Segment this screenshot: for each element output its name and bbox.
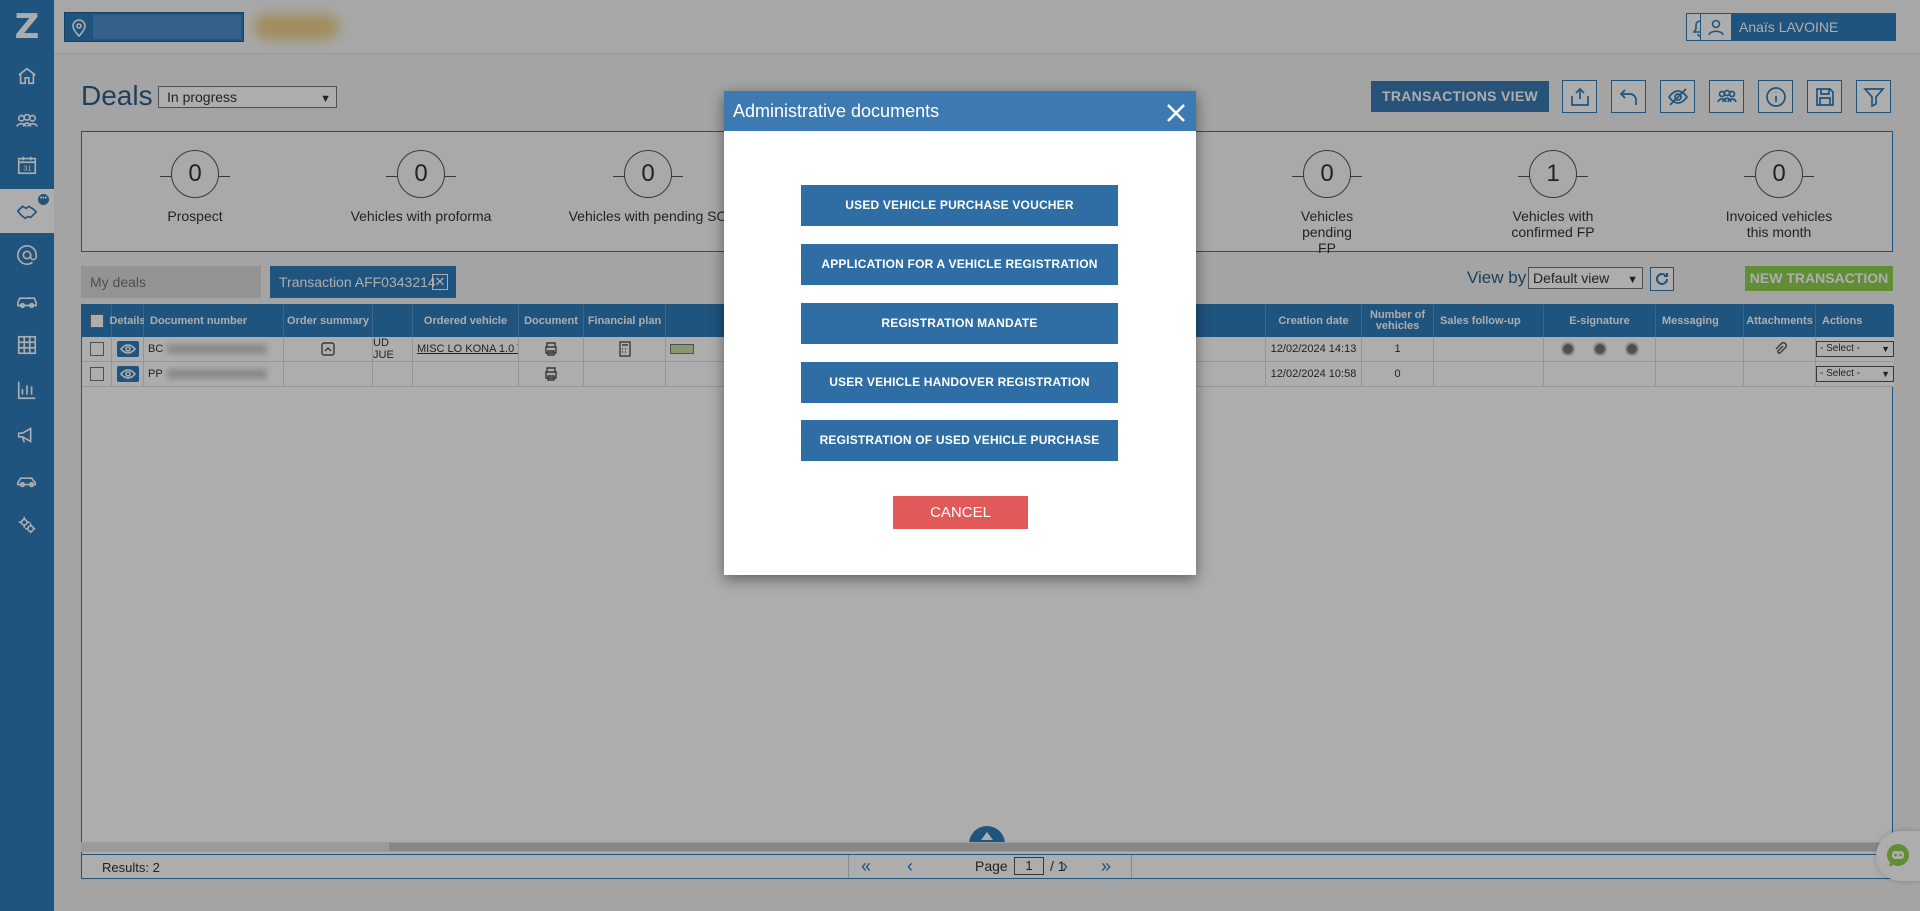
close-icon [1167, 104, 1185, 122]
close-dialog-button[interactable] [1164, 99, 1188, 123]
vehicle-handover-registration-button[interactable]: USER VEHICLE HANDOVER REGISTRATION [801, 362, 1118, 403]
dialog-title: Administrative documents [733, 101, 940, 121]
vehicle-registration-application-button[interactable]: APPLICATION FOR A VEHICLE REGISTRATION [801, 244, 1118, 285]
used-vehicle-purchase-voucher-button[interactable]: USED VEHICLE PURCHASE VOUCHER [801, 185, 1118, 226]
registration-mandate-button[interactable]: REGISTRATION MANDATE [801, 303, 1118, 344]
administrative-documents-dialog: Administrative documents USED VEHICLE PU… [724, 91, 1196, 575]
cancel-button[interactable]: CANCEL [893, 496, 1028, 529]
used-vehicle-purchase-registration-button[interactable]: REGISTRATION OF USED VEHICLE PURCHASE [801, 420, 1118, 461]
dialog-header: Administrative documents [724, 91, 1196, 131]
